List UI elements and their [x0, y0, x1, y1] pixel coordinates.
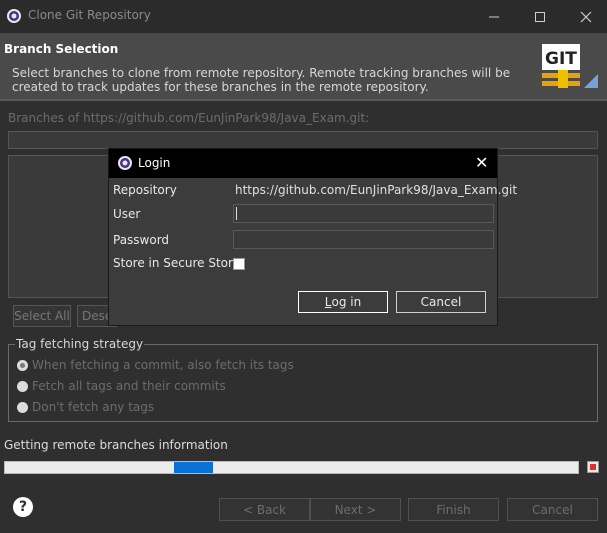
page-title: Branch Selection — [4, 42, 119, 56]
wizard-header: Branch Selection Select branches to clon… — [0, 33, 607, 99]
close-icon — [580, 11, 592, 22]
login-button-label: og in — [331, 295, 362, 309]
header-separator — [0, 99, 607, 101]
maximize-icon — [535, 11, 545, 22]
dialog-title: Login — [138, 156, 171, 170]
git-logo-text: GIT — [545, 49, 577, 69]
repository-label: Repository — [113, 183, 177, 197]
user-label: User — [113, 207, 141, 221]
dialog-close-icon[interactable]: ✕ — [475, 153, 488, 172]
eclipse-app-icon — [118, 156, 132, 170]
progress-bar-indicator — [174, 462, 213, 473]
page-description: Select branches to clone from remote rep… — [12, 66, 511, 94]
cancel-button[interactable]: Cancel — [507, 498, 598, 521]
minimize-icon — [489, 16, 499, 17]
branches-label: Branches of https://github.com/EunJinPar… — [8, 111, 370, 125]
radio-label: When fetching a commit, also fetch its t… — [32, 358, 294, 372]
radio-button[interactable] — [17, 401, 28, 413]
radio-button[interactable] — [17, 359, 28, 371]
login-button-mnemonic: L — [324, 295, 332, 309]
progress-bar — [4, 461, 579, 474]
progress-label: Getting remote branches information — [4, 438, 228, 452]
window-title: Clone Git Repository — [28, 8, 151, 22]
radio-label: Fetch all tags and their commits — [32, 379, 226, 393]
login-button[interactable]: Log in — [298, 291, 388, 313]
password-input[interactable] — [233, 230, 494, 249]
maximize-button[interactable] — [520, 0, 560, 33]
next-button[interactable]: Next > — [310, 498, 401, 521]
help-button[interactable]: ? — [13, 497, 33, 517]
radio-fetch-commit-tags[interactable]: When fetching a commit, also fetch its t… — [17, 358, 294, 372]
window-titlebar: Clone Git Repository — [0, 0, 607, 33]
password-label: Password — [113, 233, 170, 247]
secure-store-checkbox[interactable] — [233, 258, 245, 270]
text-caret — [236, 207, 237, 220]
back-button[interactable]: < Back — [219, 498, 310, 521]
radio-button[interactable] — [17, 380, 28, 392]
branch-filter-input[interactable] — [8, 131, 598, 149]
eclipse-app-icon — [7, 9, 21, 23]
select-all-button[interactable]: Select All — [13, 305, 71, 327]
repository-url: https://github.com/EunJinPark98/Java_Exa… — [235, 183, 518, 197]
login-dialog: Login ✕ Repository https://github.com/Eu… — [108, 148, 517, 326]
git-logo-icon: GIT — [542, 44, 598, 88]
radio-label: Don't fetch any tags — [32, 400, 155, 414]
close-button[interactable] — [566, 0, 606, 33]
minimize-button[interactable] — [474, 0, 514, 33]
stop-progress-button[interactable] — [587, 461, 599, 473]
radio-no-tags[interactable]: Don't fetch any tags — [17, 400, 154, 414]
dialog-cancel-button[interactable]: Cancel — [396, 291, 486, 313]
user-input[interactable] — [233, 204, 494, 223]
finish-button[interactable]: Finish — [408, 498, 499, 521]
radio-fetch-all-tags[interactable]: Fetch all tags and their commits — [17, 379, 226, 393]
tag-fetching-legend: Tag fetching strategy — [15, 337, 145, 351]
secure-store-label: Store in Secure Store — [113, 256, 241, 270]
dialog-titlebar: Login ✕ — [109, 149, 497, 178]
